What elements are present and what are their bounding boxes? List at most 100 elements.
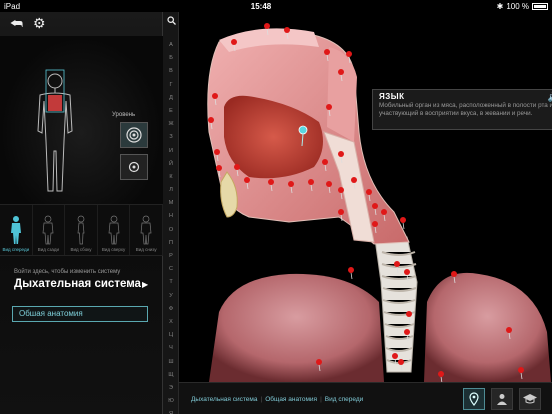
anatomy-pin[interactable] [404, 329, 410, 335]
anatomy-pin[interactable] [308, 179, 314, 185]
index-letter[interactable]: М [163, 200, 179, 213]
anatomy-pin[interactable] [451, 271, 457, 277]
anatomy-pin[interactable] [234, 164, 240, 170]
anatomy-pin[interactable] [518, 367, 524, 373]
index-letter[interactable]: Э [163, 385, 179, 398]
index-letter[interactable]: З [163, 134, 179, 147]
index-letter[interactable]: Ц [163, 332, 179, 345]
general-anatomy-button[interactable]: Обшая анатомия [12, 306, 148, 322]
anatomy-viewer[interactable]: ЯЗЫК Мобильный орган из мяса, расположен… [179, 12, 552, 382]
anatomy-pin[interactable] [372, 221, 378, 227]
index-letter[interactable]: Б [163, 55, 179, 68]
education-button[interactable] [519, 388, 541, 410]
anatomy-pin[interactable] [346, 51, 352, 57]
anatomy-pin[interactable] [264, 23, 270, 29]
index-letter[interactable]: У [163, 293, 179, 306]
anatomy-pin[interactable] [212, 93, 218, 99]
anatomy-pin[interactable] [398, 359, 404, 365]
view-side[interactable]: Вид сбоку [65, 205, 98, 255]
anatomy-pin[interactable] [288, 181, 294, 187]
anatomy-pin[interactable] [284, 27, 290, 33]
index-letter[interactable]: Е [163, 108, 179, 121]
anatomy-pin[interactable] [324, 49, 330, 55]
anatomy-pin[interactable] [372, 203, 378, 209]
breadcrumb-separator: | [260, 396, 263, 403]
index-letter[interactable]: Д [163, 95, 179, 108]
index-letter[interactable]: Р [163, 253, 179, 266]
index-letter[interactable]: Ч [163, 345, 179, 358]
anatomy-pin[interactable] [348, 267, 354, 273]
anatomy-pin[interactable] [392, 353, 398, 359]
right-lung[interactable] [424, 272, 551, 382]
anatomy-pin[interactable] [326, 104, 332, 110]
level-outer-button[interactable] [120, 122, 148, 148]
nasopharynx[interactable] [327, 47, 357, 142]
index-letter[interactable]: О [163, 227, 179, 240]
index-letter[interactable]: Щ [163, 372, 179, 385]
anatomy-pin[interactable] [406, 311, 412, 317]
view-bottom[interactable]: Вид снизу [130, 205, 163, 255]
index-letter[interactable]: Л [163, 187, 179, 200]
anatomy-pin[interactable] [338, 209, 344, 215]
index-letter[interactable]: Й [163, 161, 179, 174]
battery-percent: 100 % [506, 1, 529, 11]
anatomy-pin[interactable] [231, 39, 237, 45]
index-letter[interactable]: Ж [163, 121, 179, 134]
anatomy-pin[interactable] [400, 217, 406, 223]
index-letter[interactable]: Т [163, 279, 179, 292]
index-letter[interactable]: А [163, 42, 179, 55]
view-top[interactable]: Вид сверху [98, 205, 131, 255]
anatomy-pin[interactable] [351, 177, 357, 183]
person-button[interactable] [491, 388, 513, 410]
index-letter[interactable]: С [163, 266, 179, 279]
pin-button[interactable] [463, 388, 485, 410]
view-back[interactable]: Вид сзади [33, 205, 66, 255]
index-letter[interactable]: Ш [163, 359, 179, 372]
breadcrumb-anatomy[interactable]: Общая анатомия [265, 396, 317, 403]
index-letter[interactable]: В [163, 68, 179, 81]
body-preview[interactable]: Уровень [0, 36, 163, 212]
anatomy-pin[interactable] [381, 209, 387, 215]
panel-toolbar: ⮪ ⚙ [0, 12, 162, 34]
level-inner-button[interactable] [120, 154, 148, 180]
anatomy-pin[interactable] [216, 165, 222, 171]
index-letter[interactable]: И [163, 148, 179, 161]
back-arrow-icon[interactable]: ⮪ [10, 15, 23, 32]
breadcrumb-separator: | [320, 396, 322, 403]
breadcrumb-view[interactable]: Вид спереди [325, 396, 363, 403]
anatomy-pin[interactable] [338, 151, 344, 157]
anatomy-pin[interactable] [208, 117, 214, 123]
index-letter[interactable]: Н [163, 213, 179, 226]
view-label: Вид сверху [101, 247, 126, 252]
anatomy-pin[interactable] [366, 189, 372, 195]
gear-icon[interactable]: ⚙ [33, 15, 46, 32]
anatomy-pin[interactable] [214, 149, 220, 155]
chevron-right-icon[interactable]: ▶ [142, 280, 148, 289]
index-letter[interactable]: Ю [163, 398, 179, 411]
anatomy-pin[interactable] [322, 159, 328, 165]
selected-pin[interactable] [298, 125, 308, 135]
anatomy-pin[interactable] [316, 359, 322, 365]
anatomy-pin[interactable] [438, 371, 444, 377]
anatomy-pin[interactable] [326, 181, 332, 187]
anatomy-pin[interactable] [268, 179, 274, 185]
index-letter[interactable]: Х [163, 319, 179, 332]
anatomy-pin[interactable] [338, 187, 344, 193]
anatomy-pin[interactable] [244, 177, 250, 183]
anatomy-illustration [207, 23, 551, 382]
figure-front-icon [10, 216, 21, 244]
anatomy-pin[interactable] [404, 269, 410, 275]
breadcrumb-system[interactable]: Дыхательная система [191, 396, 257, 403]
index-letter[interactable]: П [163, 240, 179, 253]
anatomy-pin[interactable] [394, 261, 400, 267]
anatomy-pin[interactable] [338, 69, 344, 75]
search-icon[interactable] [163, 16, 179, 27]
view-front[interactable]: Вид спереди [0, 205, 33, 255]
speaker-icon[interactable]: 🔊 [548, 92, 552, 103]
index-letter[interactable]: Ф [163, 306, 179, 319]
index-letter[interactable]: К [163, 174, 179, 187]
index-letter[interactable]: Г [163, 82, 179, 95]
left-lung[interactable] [209, 273, 384, 382]
anatomy-pin[interactable] [506, 327, 512, 333]
system-selector[interactable]: Дыхательная система [14, 278, 141, 290]
